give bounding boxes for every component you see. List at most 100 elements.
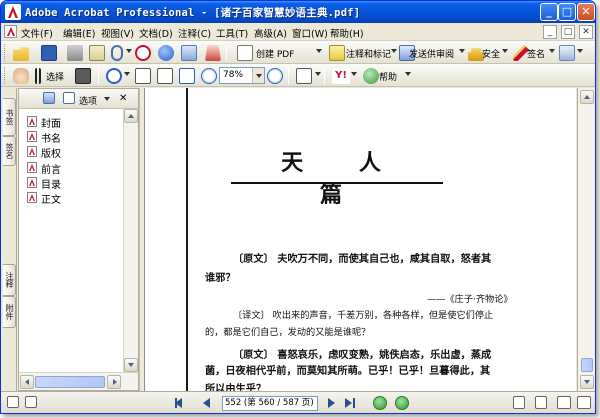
comment-markup-button[interactable]: 注释和标记 <box>346 47 391 60</box>
help-button[interactable]: 帮助 <box>379 70 397 83</box>
menu-comments[interactable]: 注释(C) <box>178 26 211 40</box>
zoom-tool-dropdown-icon[interactable] <box>124 72 130 76</box>
previous-page-icon[interactable] <box>203 398 210 408</box>
toolbar-grip[interactable] <box>4 67 7 84</box>
upload-icon[interactable] <box>181 45 197 61</box>
previous-view-icon[interactable] <box>373 396 387 410</box>
mdi-restore-button[interactable]: □ <box>561 25 575 39</box>
bookmarks-vertical-scrollbar[interactable] <box>123 109 138 372</box>
fit-page-icon[interactable] <box>157 68 173 84</box>
zoom-plus-icon[interactable] <box>267 68 283 84</box>
page-layout-dropdown-icon[interactable] <box>315 72 321 76</box>
send-review-button[interactable]: 发送供审阅 <box>409 47 454 60</box>
select-text-icon[interactable] <box>35 68 41 84</box>
next-page-icon[interactable] <box>328 398 335 408</box>
menu-tools[interactable]: 工具(T) <box>216 26 248 40</box>
tab-attachments[interactable]: 附件 <box>3 296 16 328</box>
bookmark-item[interactable]: 版权 <box>27 145 61 160</box>
menu-window[interactable]: 窗口(W) <box>292 26 328 40</box>
adobe-dropdown-icon[interactable] <box>351 72 357 76</box>
hand-icon[interactable] <box>13 68 29 84</box>
close-panel-button[interactable]: ✕ <box>119 93 127 104</box>
attach-icon[interactable] <box>111 45 123 61</box>
bookmark-item[interactable]: 目录 <box>27 176 61 191</box>
continuous-page-icon[interactable] <box>535 396 547 409</box>
page-layout-icon[interactable] <box>296 68 312 84</box>
forms-icon[interactable] <box>559 45 575 61</box>
bookmark-item[interactable]: 书名 <box>27 130 61 145</box>
menu-file[interactable]: 文件(F) <box>21 26 53 40</box>
document-properties-icon[interactable] <box>25 396 37 408</box>
bookmark-item[interactable]: 前言 <box>27 161 61 176</box>
bookmarks-horizontal-scrollbar[interactable] <box>19 372 138 390</box>
zoom-in-icon[interactable] <box>106 68 122 84</box>
search-icon[interactable] <box>135 45 151 61</box>
acrobat-icon[interactable] <box>205 45 221 61</box>
document-control-icon[interactable] <box>4 25 17 38</box>
bookmark-item[interactable]: 正文 <box>27 191 61 206</box>
single-page-icon[interactable] <box>513 396 525 409</box>
toolbar-grip[interactable] <box>4 44 7 61</box>
options-dropdown-icon[interactable] <box>104 97 110 101</box>
menu-view[interactable]: 视图(V) <box>101 26 134 40</box>
tab-bookmarks[interactable]: 书签 <box>3 98 16 136</box>
maximize-button[interactable]: □ <box>558 3 576 21</box>
snapshot-icon[interactable] <box>75 68 91 84</box>
minimize-button[interactable]: _ <box>540 3 558 21</box>
comment-dropdown-icon[interactable] <box>391 49 397 53</box>
mdi-minimize-button[interactable]: _ <box>543 25 557 39</box>
open-folder-icon[interactable] <box>13 47 29 61</box>
forms-dropdown-icon[interactable] <box>577 49 583 53</box>
document-view[interactable]: 天 人 篇 〔原文〕 夫吹万不同，而使其自己也，咸其自取，怒者其 谁邪？ ——《… <box>144 88 576 391</box>
menu-advanced[interactable]: 高级(A) <box>254 26 287 40</box>
create-pdf-dropdown-icon[interactable] <box>316 49 322 53</box>
fit-width-icon[interactable] <box>179 68 195 84</box>
zoom-out-icon[interactable] <box>201 68 217 84</box>
scroll-down-button[interactable] <box>124 358 138 372</box>
close-button[interactable]: ✕ <box>577 3 595 21</box>
new-bookmark-icon[interactable] <box>43 92 55 104</box>
bookmark-item[interactable]: 封面 <box>27 115 61 130</box>
scroll-up-button[interactable] <box>580 90 594 104</box>
page-size-icon[interactable] <box>7 396 19 408</box>
save-icon[interactable] <box>41 45 57 61</box>
acrobat-app-icon[interactable] <box>5 4 21 20</box>
secure-button[interactable]: 安全 <box>482 47 500 60</box>
print-icon[interactable] <box>67 45 83 61</box>
sign-dropdown-icon[interactable] <box>549 49 555 53</box>
page-number-field[interactable]: 552 (第 560 / 587 页) <box>222 396 318 411</box>
secure-dropdown-icon[interactable] <box>502 49 508 53</box>
mdi-close-button[interactable]: ✕ <box>579 25 593 39</box>
document-vertical-scrollbar[interactable] <box>577 88 595 391</box>
select-tool-label[interactable]: 选择 <box>46 70 64 83</box>
next-view-icon[interactable] <box>395 396 409 410</box>
actual-size-icon[interactable] <box>135 68 151 84</box>
zoom-dropdown-icon[interactable] <box>252 68 264 83</box>
tab-signatures[interactable]: 签名 <box>3 136 16 166</box>
last-page-icon[interactable] <box>345 398 352 408</box>
menu-help[interactable]: 帮助(H) <box>330 26 364 40</box>
zoom-select[interactable]: 78% <box>219 67 265 84</box>
adobe-logo-icon[interactable]: Y! <box>332 68 350 84</box>
menu-edit[interactable]: 编辑(E) <box>63 26 95 40</box>
bookmark-list-icon[interactable] <box>63 92 75 104</box>
continuous-facing-icon[interactable] <box>577 396 591 409</box>
scroll-left-button[interactable] <box>20 375 34 389</box>
organizer-icon[interactable] <box>158 45 174 61</box>
review-dropdown-icon[interactable] <box>459 49 465 53</box>
menu-document[interactable]: 文档(D) <box>139 26 173 40</box>
create-pdf-button[interactable]: 创建 PDF <box>256 47 294 60</box>
title-bar[interactable]: Adobe Acrobat Professional - [诸子百家智慧妙语主典… <box>1 1 595 23</box>
scroll-down-button[interactable] <box>580 375 594 389</box>
scroll-right-button[interactable] <box>107 375 121 389</box>
options-button[interactable]: 选项 <box>79 94 97 107</box>
attach-dropdown-icon[interactable] <box>126 49 132 53</box>
help-dropdown-icon[interactable] <box>405 72 411 76</box>
scroll-thumb[interactable] <box>35 376 105 388</box>
facing-pages-icon[interactable] <box>557 396 571 409</box>
tab-comments[interactable]: 注释 <box>3 264 16 296</box>
sign-button[interactable]: 签名 <box>527 47 545 60</box>
email-icon[interactable] <box>89 45 105 61</box>
scroll-up-button[interactable] <box>124 109 138 123</box>
scroll-thumb[interactable] <box>581 358 593 372</box>
